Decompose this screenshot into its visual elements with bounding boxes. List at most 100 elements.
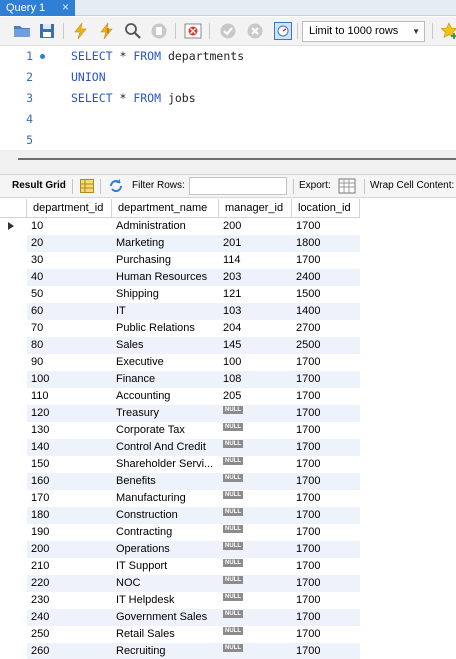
- row-gutter[interactable]: [0, 575, 27, 592]
- cell-manager-id[interactable]: NULL: [219, 490, 291, 507]
- table-row[interactable]: 10 Administration 200 1700: [0, 218, 360, 235]
- cell-location-id[interactable]: 1700: [292, 456, 360, 473]
- editor-line[interactable]: 4: [0, 109, 456, 130]
- cell-department-name[interactable]: Shareholder Servi...: [112, 456, 218, 473]
- cell-department-id[interactable]: 110: [27, 388, 111, 405]
- cell-department-name[interactable]: Construction: [112, 507, 218, 524]
- cell-department-id[interactable]: 120: [27, 405, 111, 422]
- cell-department-id[interactable]: 240: [27, 609, 111, 626]
- table-row[interactable]: 100 Finance 108 1700: [0, 371, 360, 388]
- stop-icon[interactable]: [150, 22, 168, 40]
- cell-department-name[interactable]: Public Relations: [112, 320, 218, 337]
- cell-department-id[interactable]: 80: [27, 337, 111, 354]
- cell-location-id[interactable]: 1700: [292, 507, 360, 524]
- cell-manager-id[interactable]: NULL: [219, 473, 291, 490]
- table-row[interactable]: 240 Government Sales NULL 1700: [0, 609, 360, 626]
- cell-department-name[interactable]: Treasury: [112, 405, 218, 422]
- cell-department-name[interactable]: Executive: [112, 354, 218, 371]
- row-gutter[interactable]: [0, 507, 27, 524]
- row-gutter[interactable]: [0, 490, 27, 507]
- cell-department-id[interactable]: 10: [27, 218, 111, 235]
- cell-department-name[interactable]: Contracting: [112, 524, 218, 541]
- table-row[interactable]: 200 Operations NULL 1700: [0, 541, 360, 558]
- row-gutter[interactable]: [0, 541, 27, 558]
- column-header-manager-id[interactable]: manager_id: [219, 199, 292, 218]
- cell-location-id[interactable]: 1700: [292, 405, 360, 422]
- cell-location-id[interactable]: 2400: [292, 269, 360, 286]
- cell-department-name[interactable]: Benefits: [112, 473, 218, 490]
- table-row[interactable]: 30 Purchasing 114 1700: [0, 252, 360, 269]
- rollback-icon[interactable]: [246, 22, 264, 40]
- row-gutter[interactable]: [0, 354, 27, 371]
- row-gutter[interactable]: [0, 320, 27, 337]
- autocommit-icon[interactable]: [274, 22, 292, 40]
- table-row[interactable]: 260 Recruiting NULL 1700: [0, 643, 360, 659]
- cell-location-id[interactable]: 1700: [292, 218, 360, 235]
- cell-department-id[interactable]: 200: [27, 541, 111, 558]
- cell-department-name[interactable]: Marketing: [112, 235, 218, 252]
- cell-department-name[interactable]: Shipping: [112, 286, 218, 303]
- table-row[interactable]: 210 IT Support NULL 1700: [0, 558, 360, 575]
- cell-manager-id[interactable]: 201: [219, 235, 291, 252]
- cell-manager-id[interactable]: NULL: [219, 626, 291, 643]
- save-icon[interactable]: [38, 22, 56, 40]
- table-row[interactable]: 120 Treasury NULL 1700: [0, 405, 360, 422]
- cell-manager-id[interactable]: 205: [219, 388, 291, 405]
- cell-location-id[interactable]: 1800: [292, 235, 360, 252]
- row-gutter[interactable]: [0, 252, 27, 269]
- cell-manager-id[interactable]: NULL: [219, 592, 291, 609]
- cell-department-id[interactable]: 60: [27, 303, 111, 320]
- editor-line[interactable]: 1 SELECT * FROM departments: [0, 46, 456, 67]
- cell-manager-id[interactable]: 100: [219, 354, 291, 371]
- cell-manager-id[interactable]: 121: [219, 286, 291, 303]
- row-gutter[interactable]: [0, 303, 27, 320]
- result-grid-label[interactable]: Result Grid: [12, 175, 66, 197]
- table-row[interactable]: 230 IT Helpdesk NULL 1700: [0, 592, 360, 609]
- table-row[interactable]: 40 Human Resources 203 2400: [0, 269, 360, 286]
- cell-manager-id[interactable]: NULL: [219, 405, 291, 422]
- table-row[interactable]: 190 Contracting NULL 1700: [0, 524, 360, 541]
- cell-department-name[interactable]: NOC: [112, 575, 218, 592]
- add-snippet-icon[interactable]: [440, 22, 456, 40]
- explain-icon[interactable]: [124, 22, 142, 40]
- cell-manager-id[interactable]: 145: [219, 337, 291, 354]
- cell-manager-id[interactable]: NULL: [219, 456, 291, 473]
- cell-department-name[interactable]: Administration: [112, 218, 218, 235]
- tab-query-1[interactable]: Query 1 ×: [0, 0, 75, 16]
- cell-location-id[interactable]: 1700: [292, 388, 360, 405]
- cell-manager-id[interactable]: 203: [219, 269, 291, 286]
- table-row[interactable]: 70 Public Relations 204 2700: [0, 320, 360, 337]
- cell-department-name[interactable]: Purchasing: [112, 252, 218, 269]
- cell-department-id[interactable]: 40: [27, 269, 111, 286]
- row-gutter[interactable]: [0, 269, 27, 286]
- cell-manager-id[interactable]: 114: [219, 252, 291, 269]
- editor-line[interactable]: 5: [0, 130, 456, 151]
- table-row[interactable]: 180 Construction NULL 1700: [0, 507, 360, 524]
- cell-location-id[interactable]: 1700: [292, 541, 360, 558]
- column-header-department-id[interactable]: department_id: [27, 199, 112, 218]
- cell-manager-id[interactable]: NULL: [219, 439, 291, 456]
- cell-location-id[interactable]: 1700: [292, 558, 360, 575]
- cell-location-id[interactable]: 1700: [292, 439, 360, 456]
- editor-line[interactable]: 3 SELECT * FROM jobs: [0, 88, 456, 109]
- row-gutter[interactable]: [0, 524, 27, 541]
- cell-department-id[interactable]: 170: [27, 490, 111, 507]
- open-folder-icon[interactable]: [13, 22, 31, 40]
- cell-department-name[interactable]: Recruiting: [112, 643, 218, 659]
- cell-department-name[interactable]: Sales: [112, 337, 218, 354]
- cell-department-id[interactable]: 70: [27, 320, 111, 337]
- cell-department-id[interactable]: 30: [27, 252, 111, 269]
- cell-department-name[interactable]: IT: [112, 303, 218, 320]
- table-row[interactable]: 90 Executive 100 1700: [0, 354, 360, 371]
- cell-department-id[interactable]: 190: [27, 524, 111, 541]
- table-row[interactable]: 50 Shipping 121 1500: [0, 286, 360, 303]
- cell-department-id[interactable]: 100: [27, 371, 111, 388]
- cell-department-id[interactable]: 20: [27, 235, 111, 252]
- row-gutter[interactable]: [0, 371, 27, 388]
- cell-department-id[interactable]: 160: [27, 473, 111, 490]
- column-header-department-name[interactable]: department_name: [112, 199, 219, 218]
- cell-manager-id[interactable]: NULL: [219, 541, 291, 558]
- cell-manager-id[interactable]: 103: [219, 303, 291, 320]
- cell-manager-id[interactable]: NULL: [219, 422, 291, 439]
- cell-department-name[interactable]: Government Sales: [112, 609, 218, 626]
